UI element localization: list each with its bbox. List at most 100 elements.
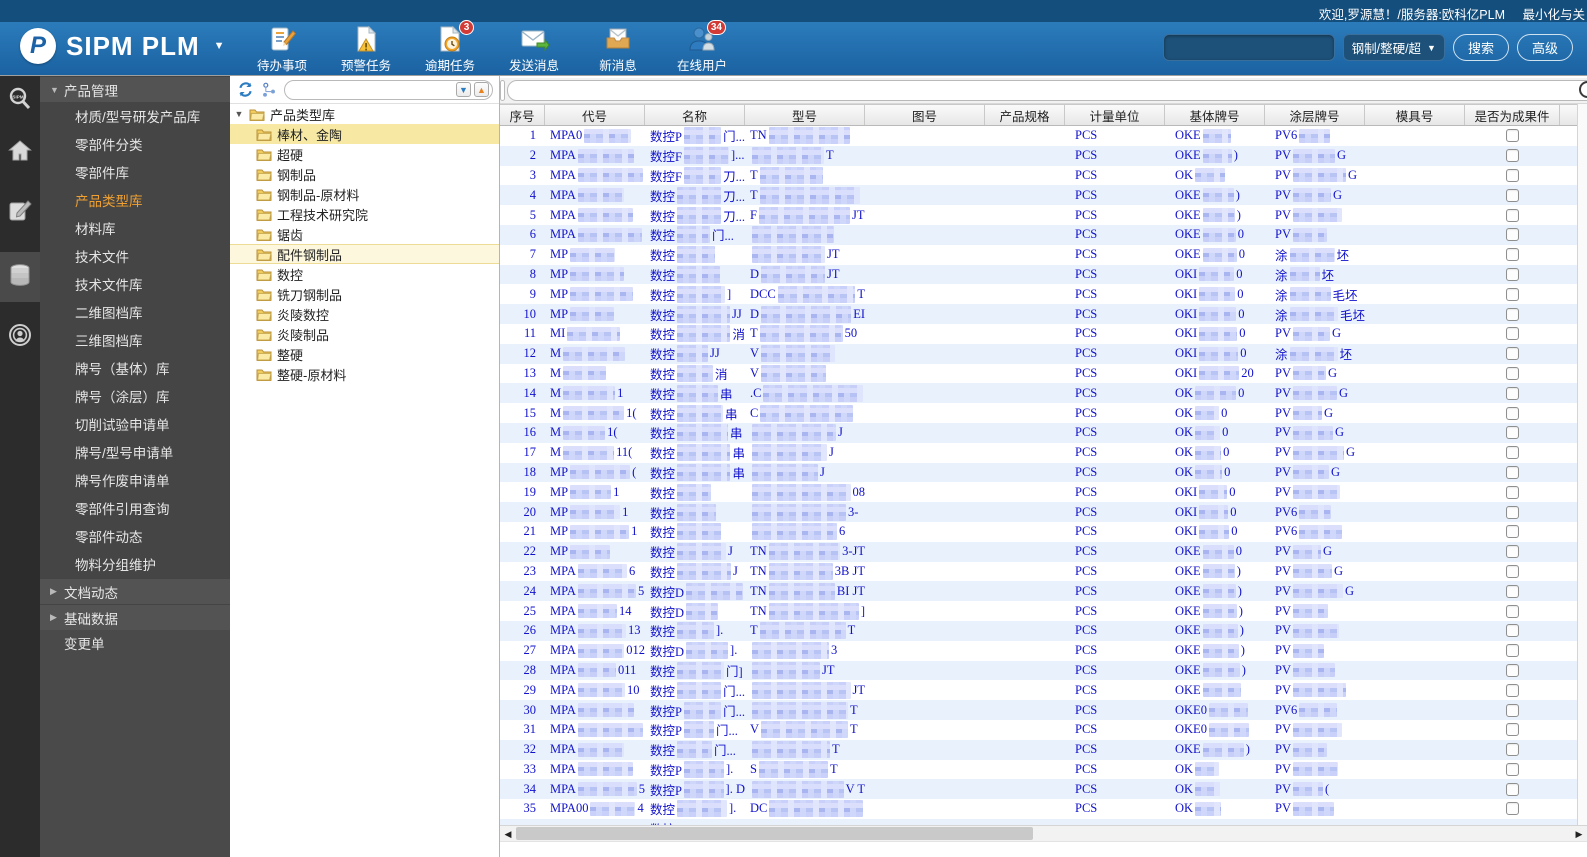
sidebar-item-技术文件[interactable]: 技术文件 [40,242,230,270]
tree-search-input[interactable]: ▼ ▲ [284,79,493,100]
result-checkbox[interactable] [1506,723,1519,737]
toolbar-page-clock-button[interactable]: 逾期任务 3 [408,20,492,76]
result-checkbox[interactable] [1506,782,1519,796]
sidebar-item-牌号作废申请单[interactable]: 牌号作废申请单 [40,466,230,494]
logo-chevron-down-icon[interactable]: ▼ [214,40,225,52]
sidebar-item-牌号（涂层）库[interactable]: 牌号（涂层）库 [40,382,230,410]
result-checkbox[interactable] [1506,327,1519,341]
table-row[interactable]: 30 MPA 数控P 门... T PCS OKE0 PV6 [500,700,1587,720]
app-logo[interactable]: P SIPM PLM ▼ [20,28,225,64]
sidebar-item-零部件引用查询[interactable]: 零部件引用查询 [40,494,230,522]
toolbar-notepad-pencil-button[interactable]: 待办事项 [240,22,324,76]
result-checkbox[interactable] [1506,168,1519,182]
table-row[interactable]: 22 MP 数控 J TN 3-JT PCS OKE 0 PV G [500,541,1587,562]
table-row[interactable]: 15 M 1(数控串 C PCS OK 0 PV G [500,403,1587,423]
column-header-基体牌号[interactable]: 基体牌号 [1165,105,1265,125]
column-header-名称[interactable]: 名称 [645,105,745,125]
result-checkbox[interactable] [1506,802,1519,816]
search-scope-dropdown[interactable]: 钢制/整硬/超 ▼ [1342,34,1445,61]
table-row[interactable]: 7 MP 数控 JT PCS OKE 0 涂坯 [500,245,1587,265]
result-checkbox[interactable] [1506,485,1519,499]
advanced-search-button[interactable]: 高级 [1516,34,1573,61]
result-checkbox[interactable] [1506,762,1519,776]
sidebar-item-二维图档库[interactable]: 二维图档库 [40,298,230,326]
result-checkbox[interactable] [1506,465,1519,479]
table-row[interactable]: 3 MPA 数控F 刀... T PCS OK PV G [500,166,1587,186]
result-checkbox[interactable] [1506,248,1519,262]
result-checkbox[interactable] [1506,663,1519,677]
result-checkbox[interactable] [1506,505,1519,519]
table-row[interactable]: 25 MPA 14 数控D TN] PCS OKE) PV [500,601,1587,621]
result-checkbox[interactable] [1506,446,1519,460]
result-checkbox[interactable] [1506,208,1519,222]
sidebar-item-切削试验申请单[interactable]: 切削试验申请单 [40,410,230,438]
rail-database-button[interactable] [0,252,40,302]
sidebar-item-零部件动态[interactable]: 零部件动态 [40,522,230,550]
column-header-型号[interactable]: 型号 [745,105,865,125]
sidebar-item-三维图档库[interactable]: 三维图档库 [40,326,230,354]
table-row[interactable]: 19 MP 1 数控 08 PCS OKI 0 PV [500,482,1587,502]
tree-node-炎陵数控[interactable]: 炎陵数控 [230,304,499,324]
result-checkbox[interactable] [1506,545,1519,559]
sidebar-item-物料分组维护[interactable]: 物料分组维护 [40,550,230,578]
search-up-button[interactable]: ▲ [474,82,489,97]
sidebar-item-牌号/型号申请单[interactable]: 牌号/型号申请单 [40,438,230,466]
result-checkbox[interactable] [1506,525,1519,539]
table-row[interactable]: 20 MP 1 数控 3- PCS OKI 0 PV6 [500,502,1587,522]
column-header-计量单位[interactable]: 计量单位 [1065,105,1165,125]
table-row[interactable]: 27 MPA 012 数控D]. 3 PCS OKE) PV [500,641,1587,661]
toolbar-page-warning-button[interactable]: 预警任务 [324,22,408,76]
result-checkbox[interactable] [1506,347,1519,361]
result-checkbox[interactable] [1506,188,1519,202]
table-row[interactable]: 34 MPA 5 数控P]. DV T PCS OK PV( [500,779,1587,800]
table-row[interactable]: 33 MPA 数控P]. S T PCS OK PV [500,760,1587,780]
table-row[interactable]: 14 M 1 数控串 .C PCS OK 0 PV G [500,383,1587,404]
sidebar-item-变更单[interactable]: 变更单 [40,630,230,656]
table-row[interactable]: 18 MP(数控串 J PCS OK 0 PV G [500,462,1587,483]
tree-node-铣刀钢制品[interactable]: 铣刀钢制品 [230,284,499,304]
menu-group-产品管理[interactable]: ▼ 产品管理 [40,76,230,102]
tree-node-钢制品-原材料[interactable]: 钢制品-原材料 [230,184,499,204]
table-row[interactable]: 16 M 1(数控串 J PCS OK 0 PV G [500,422,1587,443]
result-checkbox[interactable] [1506,366,1519,380]
result-checkbox[interactable] [1506,267,1519,281]
table-row[interactable]: 29 MPA 10 数控 门... JT PCS OKE PV [500,680,1587,700]
table-row[interactable]: 10 MP 数控 JJ D EI PCS OKI 0 涂毛坯 [500,304,1587,324]
toolbar-send-mail-button[interactable]: 发送消息 [492,22,576,76]
result-checkbox[interactable] [1506,584,1519,598]
column-header-涂层牌号[interactable]: 涂层牌号 [1265,105,1365,125]
result-checkbox[interactable] [1506,426,1519,440]
tree-node-整硬[interactable]: 整硬 [230,344,499,364]
sidebar-item-技术文件库[interactable]: 技术文件库 [40,270,230,298]
result-checkbox[interactable] [1506,406,1519,420]
tree-node-棒材、金陶[interactable]: 棒材、金陶 [230,124,499,144]
table-row[interactable]: 13 M 数控消 V PCS OKI 20 PV G [500,364,1587,384]
scroll-left-arrow-icon[interactable]: ◀ [500,826,516,842]
table-row[interactable]: 28 MPA 011 数控 门] JT PCS OKE) PV [500,660,1587,681]
table-row[interactable]: 35 MPA00 4 数控]. DC PCS OK PV [500,799,1587,819]
tree-root-产品类型库[interactable]: ▼ 产品类型库 [230,104,499,124]
column-header-序号[interactable]: 序号 [500,105,545,125]
result-checkbox[interactable] [1506,386,1519,400]
table-row[interactable]: 17 M 11(数控串 J PCS OK 0 PV G [500,443,1587,463]
tree-view-icon[interactable] [260,81,278,99]
toolbar-online-users-button[interactable]: 在线用户 34 [660,20,744,76]
rail-home-button[interactable] [0,128,40,178]
result-checkbox[interactable] [1506,703,1519,717]
table-row[interactable]: 9 MP 数控] DCC T PCS OKI 0 涂毛坯 [500,284,1587,304]
sidebar-item-产品类型库[interactable]: 产品类型库 [40,186,230,214]
rail-edit-button[interactable] [0,188,40,238]
table-row[interactable]: 11 MI 数控消 T 50 PCS OKI 0 PV G [500,324,1587,344]
table-row[interactable]: 2 MPA 数控F]... T PCS OKE) PV G [500,145,1587,166]
table-row[interactable]: 5 MPA 数控 刀... F JT PCS OKE) PV [500,205,1587,225]
result-checkbox[interactable] [1506,683,1519,697]
result-checkbox[interactable] [1506,228,1519,242]
table-row[interactable]: 12 M 数控 JJ V PCS OKI 0 涂坯 [500,343,1587,364]
sidebar-item-零部件库[interactable]: 零部件库 [40,158,230,186]
tree-node-工程技术研究院[interactable]: 工程技术研究院 [230,204,499,224]
table-row[interactable]: 32 MPA 数控 门... T PCS OKE) PV [500,739,1587,760]
toolbar-inbox-mail-button[interactable]: 新消息 [576,22,660,76]
tree-node-整硬-原材料[interactable]: 整硬-原材料 [230,364,499,384]
column-header-代号[interactable]: 代号 [545,105,645,125]
result-checkbox[interactable] [1506,149,1519,163]
